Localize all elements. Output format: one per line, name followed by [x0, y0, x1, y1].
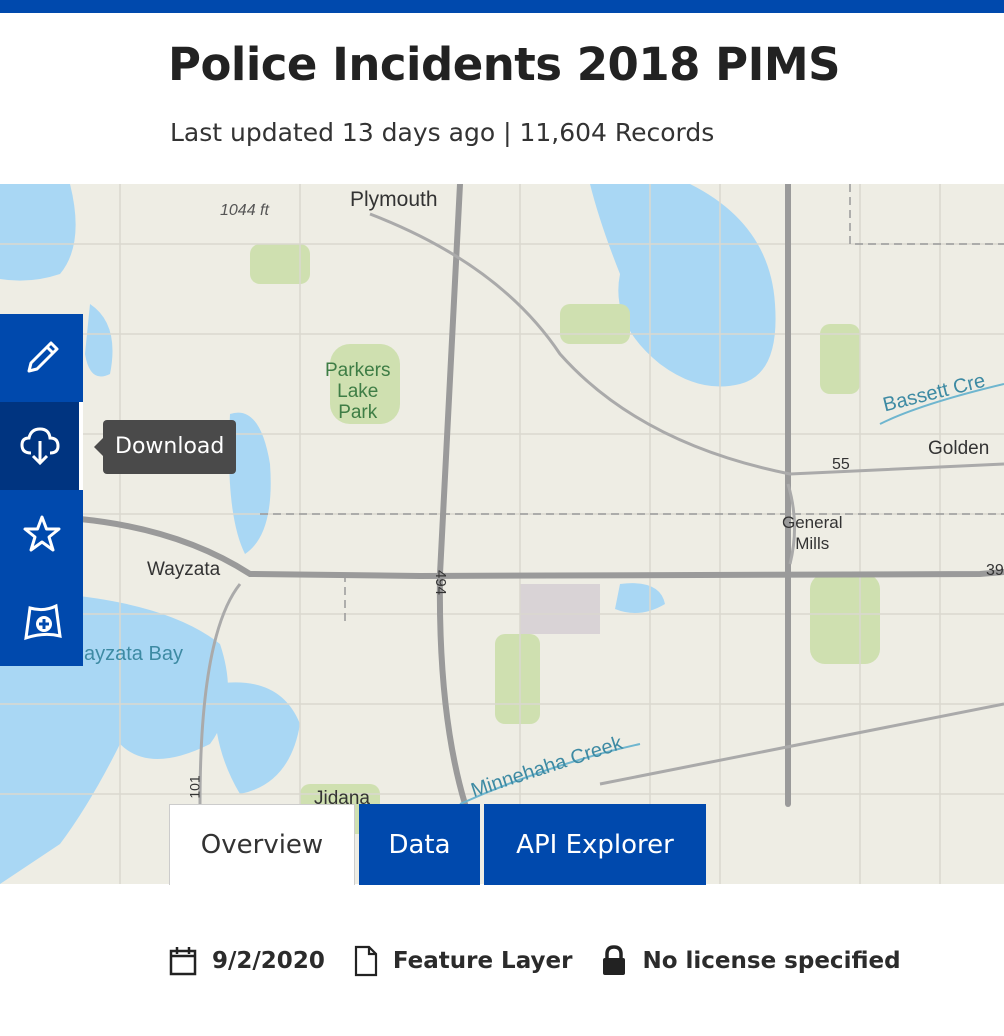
map-label-general-mills: General Mills: [782, 513, 843, 553]
map-label-hwy-55: 55: [832, 456, 850, 473]
item-type: Feature Layer: [392, 948, 573, 974]
map-label-hwy-394: 39: [986, 562, 1004, 579]
download-button[interactable]: [0, 402, 83, 490]
map-label-wayzata: Wayzata: [147, 559, 221, 580]
tab-api-explorer[interactable]: API Explorer: [484, 804, 706, 885]
map-label-elevation: 1044 ft: [220, 202, 269, 219]
lock-icon: [603, 945, 626, 975]
license-value: No license specified: [642, 948, 901, 974]
map-add-icon: [23, 603, 62, 641]
document-icon: [354, 945, 377, 977]
map-label-wayzata-bay: ayzata Bay: [84, 643, 183, 665]
page-title: Police Incidents 2018 PIMS: [168, 38, 841, 91]
map-label-plymouth: Plymouth: [350, 188, 438, 211]
tab-bar: Overview Data API Explorer: [169, 804, 706, 885]
tab-data[interactable]: Data: [359, 804, 480, 885]
download-tooltip: Download: [93, 420, 237, 474]
page-subtitle: Last updated 13 days ago | 11,604 Record…: [170, 118, 715, 147]
open-in-map-button[interactable]: [0, 578, 83, 666]
map-label-hwy-494: 494: [432, 569, 450, 596]
map-label-parkers-lake-park: Parkers Lake Park: [325, 360, 391, 423]
side-toolbar: [0, 314, 83, 666]
pencil-icon: [27, 341, 58, 373]
map-label-golden: Golden: [928, 438, 990, 459]
calendar-icon: [169, 947, 197, 976]
edit-button[interactable]: [0, 314, 83, 402]
cloud-download-icon: [19, 427, 60, 466]
item-metadata: 9/2/2020 Feature Layer No license specif…: [168, 944, 929, 978]
map-view[interactable]: Plymouth 1044 ft Parkers Lake Park Basse…: [0, 184, 1004, 884]
star-icon: [23, 515, 60, 552]
tab-overview[interactable]: Overview: [169, 804, 355, 885]
top-accent-bar: [0, 0, 1004, 13]
date-value: 9/2/2020: [212, 948, 325, 974]
map-label-hwy-101: 101: [186, 775, 203, 799]
favorite-button[interactable]: [0, 490, 83, 578]
